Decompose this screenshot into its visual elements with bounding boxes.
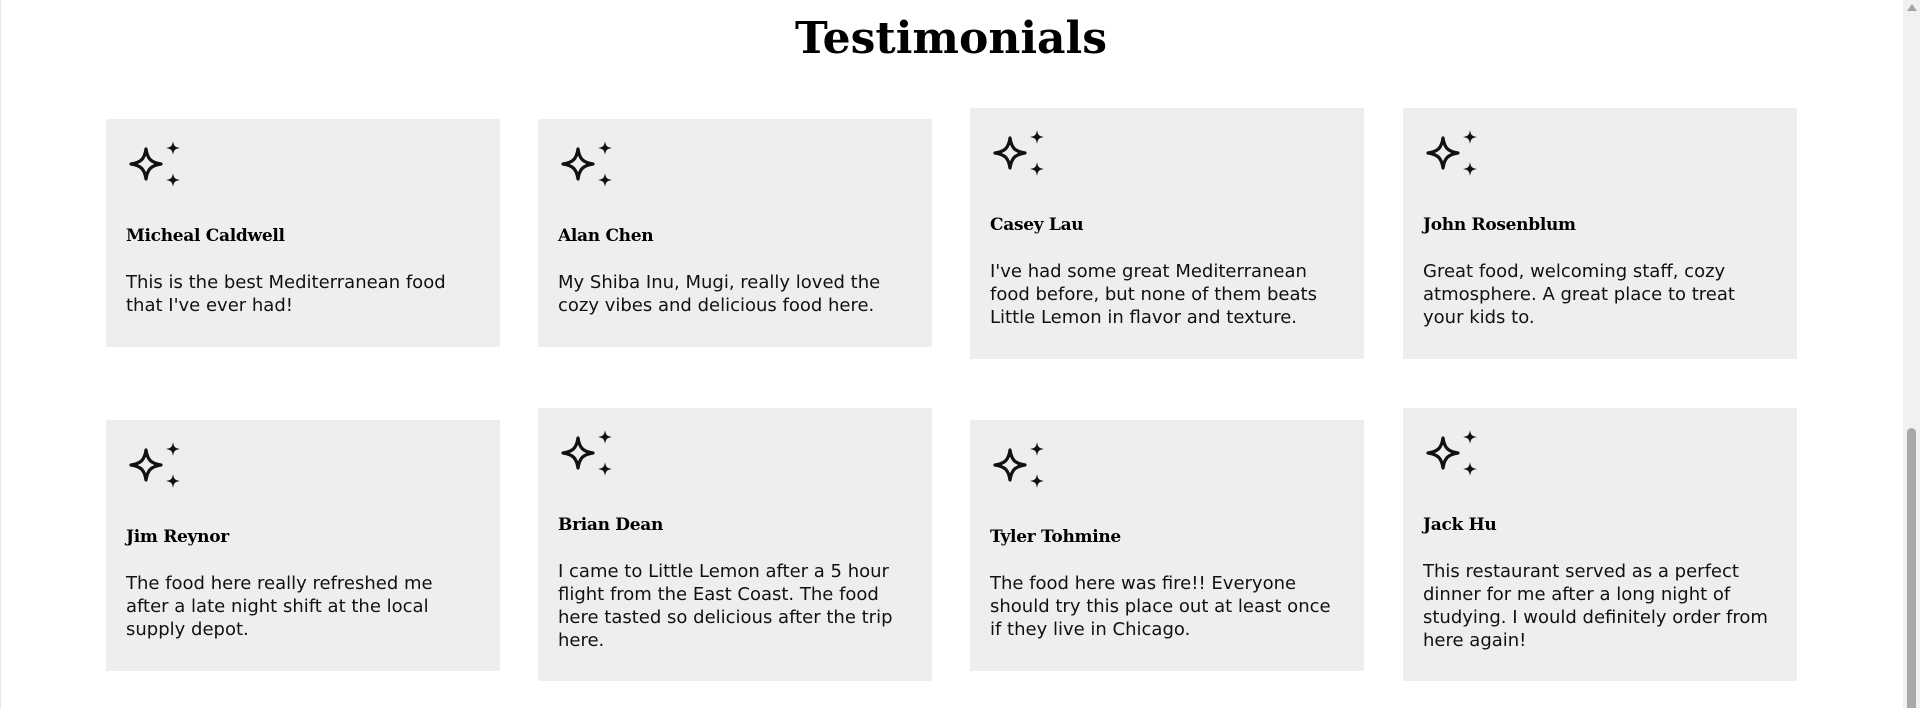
testimonial-name: Alan Chen	[558, 226, 654, 246]
testimonial-name: Jack Hu	[1423, 515, 1497, 535]
testimonial-name: John Rosenblum	[1423, 215, 1576, 235]
testimonial-card: Micheal Caldwell This is the best Medite…	[106, 119, 500, 347]
testimonial-name: Tyler Tohmine	[990, 527, 1121, 547]
testimonial-name: Casey Lau	[990, 215, 1084, 235]
testimonial-quote: My Shiba Inu, Mugi, really loved the coz…	[558, 272, 881, 316]
section-title: Testimonials	[794, 13, 1108, 64]
testimonial-name: Jim Reynor	[126, 527, 229, 547]
testimonial-name: Micheal Caldwell	[126, 226, 285, 246]
sparkles-icon	[1423, 428, 1777, 490]
testimonials-page: Testimonials Micheal Caldwell This is th…	[0, 0, 1920, 708]
vertical-scrollbar[interactable]	[1903, 0, 1920, 708]
testimonial-quote: Great food, welcoming staff, cozy atmosp…	[1423, 261, 1735, 328]
testimonial-card: Jack Hu This restaurant served as a perf…	[1403, 408, 1797, 681]
testimonial-quote: I came to Little Lemon after a 5 hour fl…	[558, 561, 893, 651]
testimonial-card: Brian Dean I came to Little Lemon after …	[538, 408, 932, 681]
sparkles-icon	[990, 440, 1344, 502]
scrollbar-thumb[interactable]	[1907, 428, 1916, 708]
scroll-up-arrow-icon[interactable]	[1907, 4, 1917, 11]
sparkles-icon	[990, 128, 1344, 190]
testimonial-quote: This is the best Mediterranean food that…	[126, 272, 446, 316]
testimonial-quote: This restaurant served as a perfect dinn…	[1423, 561, 1768, 651]
testimonial-card: Casey Lau I've had some great Mediterran…	[970, 108, 1364, 359]
sparkles-icon	[1423, 128, 1777, 190]
testimonial-card: Alan Chen My Shiba Inu, Mugi, really lov…	[538, 119, 932, 347]
testimonial-card: Jim Reynor The food here really refreshe…	[106, 420, 500, 671]
sparkles-icon	[558, 428, 912, 490]
sparkles-icon	[126, 440, 480, 502]
testimonial-quote: The food here was fire!! Everyone should…	[990, 573, 1331, 640]
sparkles-icon	[558, 139, 912, 201]
testimonial-quote: The food here really refreshed me after …	[126, 573, 433, 640]
sparkles-icon	[126, 139, 480, 201]
testimonial-card: Tyler Tohmine The food here was fire!! E…	[970, 420, 1364, 671]
testimonial-quote: I've had some great Mediterranean food b…	[990, 261, 1317, 328]
testimonial-card: John Rosenblum Great food, welcoming sta…	[1403, 108, 1797, 359]
testimonial-name: Brian Dean	[558, 515, 664, 535]
